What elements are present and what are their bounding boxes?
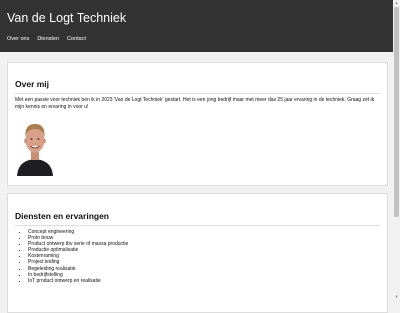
portrait-photo-icon bbox=[15, 118, 55, 176]
avatar bbox=[15, 118, 55, 176]
scroll-down-arrow-icon[interactable]: ▼ bbox=[394, 294, 399, 300]
about-heading: Over mij bbox=[15, 79, 50, 89]
scrollbar-thumb[interactable] bbox=[394, 7, 399, 217]
nav-link-contact[interactable]: Contact bbox=[67, 36, 86, 42]
services-heading: Diensten en ervaringen bbox=[15, 211, 110, 221]
scroll-up-arrow-icon[interactable]: ▲ bbox=[394, 0, 399, 6]
site-title: Van de Logt Techniek bbox=[7, 11, 127, 25]
main-nav: Over ons Diensten Contact bbox=[7, 36, 86, 42]
nav-link-over-ons[interactable]: Over ons bbox=[7, 36, 29, 42]
list-item: IoT product ontwerp en realisatie bbox=[28, 278, 128, 284]
nav-link-diensten[interactable]: Diensten bbox=[37, 36, 59, 42]
site-header: Van de Logt Techniek Over ons Diensten C… bbox=[0, 0, 393, 52]
services-list: Concept engineering Proto bouw Product o… bbox=[20, 229, 128, 284]
vertical-scrollbar[interactable]: ▲ ▼ bbox=[393, 0, 400, 300]
services-card: Diensten en ervaringen Concept engineeri… bbox=[7, 193, 388, 313]
divider bbox=[15, 225, 380, 226]
divider bbox=[15, 93, 380, 94]
about-text: Met een passie voor techniek ben ik in 2… bbox=[15, 97, 375, 110]
about-card: Over mij Met een passie voor techniek be… bbox=[7, 62, 388, 186]
